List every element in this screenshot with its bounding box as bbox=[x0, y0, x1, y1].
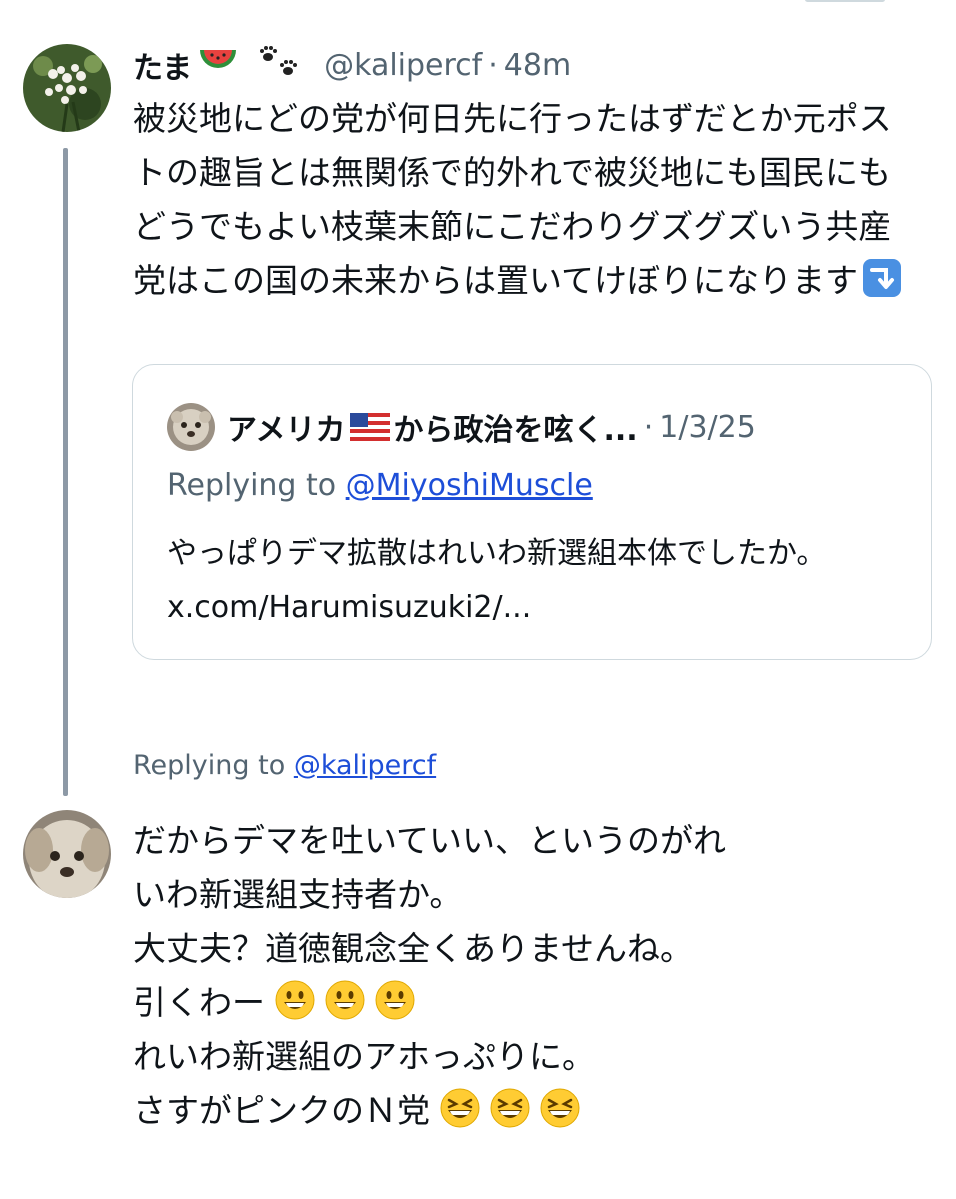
watermelon-icon bbox=[198, 46, 238, 84]
quoted-replying-mention[interactable]: @MiyoshiMuscle bbox=[346, 468, 593, 503]
tweet-author-name[interactable]: たま bbox=[133, 43, 192, 87]
reply-line: さすがピンクのＮ党 bbox=[133, 1091, 430, 1130]
reply-line: だからデマを吐いていい、というのがれ bbox=[133, 821, 727, 860]
quoted-tweet-card[interactable]: アメリカ から政治を呟く... · 1/3/25 Replying to @Mi… bbox=[132, 364, 932, 660]
grinning-face-icon bbox=[275, 980, 315, 1020]
thread-connector-line bbox=[63, 148, 68, 796]
grinning-face-icon bbox=[375, 980, 415, 1020]
paw-prints-icon bbox=[256, 43, 300, 87]
reply-line: 引くわー bbox=[133, 983, 265, 1022]
quoted-replying-label: Replying to bbox=[167, 468, 346, 503]
reply-line: いわ新選組支持者か。 bbox=[133, 875, 463, 914]
arrow-down-right-icon bbox=[862, 258, 902, 298]
quoted-header-separator: · bbox=[643, 409, 654, 445]
grinning-face-icon bbox=[325, 980, 365, 1020]
reply-line: 大丈夫？道徳観念全くありませんね。 bbox=[133, 929, 694, 968]
quoted-replying-to: Replying to @MiyoshiMuscle bbox=[167, 468, 593, 503]
tweet-body: 被災地にどの党が何日先に行ったはずだとか元ポストの趣旨とは無関係で的外れで被災地… bbox=[133, 92, 923, 308]
reply-body: だからデマを吐いていい、というのがれ いわ新選組支持者か。 大丈夫？道徳観念全く… bbox=[133, 814, 933, 1138]
reply-line-with-emoji: さすがピンクのＮ党 bbox=[133, 1084, 933, 1138]
header-separator: · bbox=[488, 47, 498, 83]
us-flag-icon bbox=[349, 413, 390, 449]
tweet-author-avatar[interactable] bbox=[23, 44, 111, 132]
laughing-face-icon bbox=[490, 1088, 530, 1128]
quoted-author-name[interactable]: アメリカ から政治を呟く... bbox=[227, 405, 638, 450]
laughing-face-icon bbox=[540, 1088, 580, 1128]
quoted-tweet-header: アメリカ から政治を呟く... · 1/3/25 bbox=[167, 403, 756, 451]
tweet-header: たま @kalipercf · 48m bbox=[133, 44, 571, 86]
reply-replying-to: Replying to @kalipercf bbox=[133, 750, 436, 781]
reply-replying-label: Replying to bbox=[133, 750, 294, 781]
quoted-author-name-part2: から政治を呟く... bbox=[393, 412, 638, 448]
top-scroll-indicator bbox=[805, 0, 885, 2]
quoted-tweet-date[interactable]: 1/3/25 bbox=[659, 410, 756, 445]
reply-line-with-emoji: 引くわー bbox=[133, 976, 933, 1030]
tweet-timestamp[interactable]: 48m bbox=[504, 48, 571, 83]
quoted-author-avatar[interactable] bbox=[167, 403, 215, 451]
tweet-author-handle[interactable]: @kalipercf bbox=[324, 48, 482, 83]
quoted-tweet-text: やっぱりデマ拡散はれいわ新選組本体でしたか。 x.com/Harumisuzuk… bbox=[167, 536, 827, 625]
reply-replying-mention[interactable]: @kalipercf bbox=[294, 750, 436, 781]
quoted-author-name-part1: アメリカ bbox=[227, 412, 346, 448]
reply-author-avatar[interactable] bbox=[23, 810, 111, 898]
reply-line: れいわ新選組のアホっぷりに。 bbox=[133, 1037, 595, 1076]
tweet-text: 被災地にどの党が何日先に行ったはずだとか元ポストの趣旨とは無関係で的外れで被災地… bbox=[133, 99, 892, 300]
laughing-face-icon bbox=[440, 1088, 480, 1128]
